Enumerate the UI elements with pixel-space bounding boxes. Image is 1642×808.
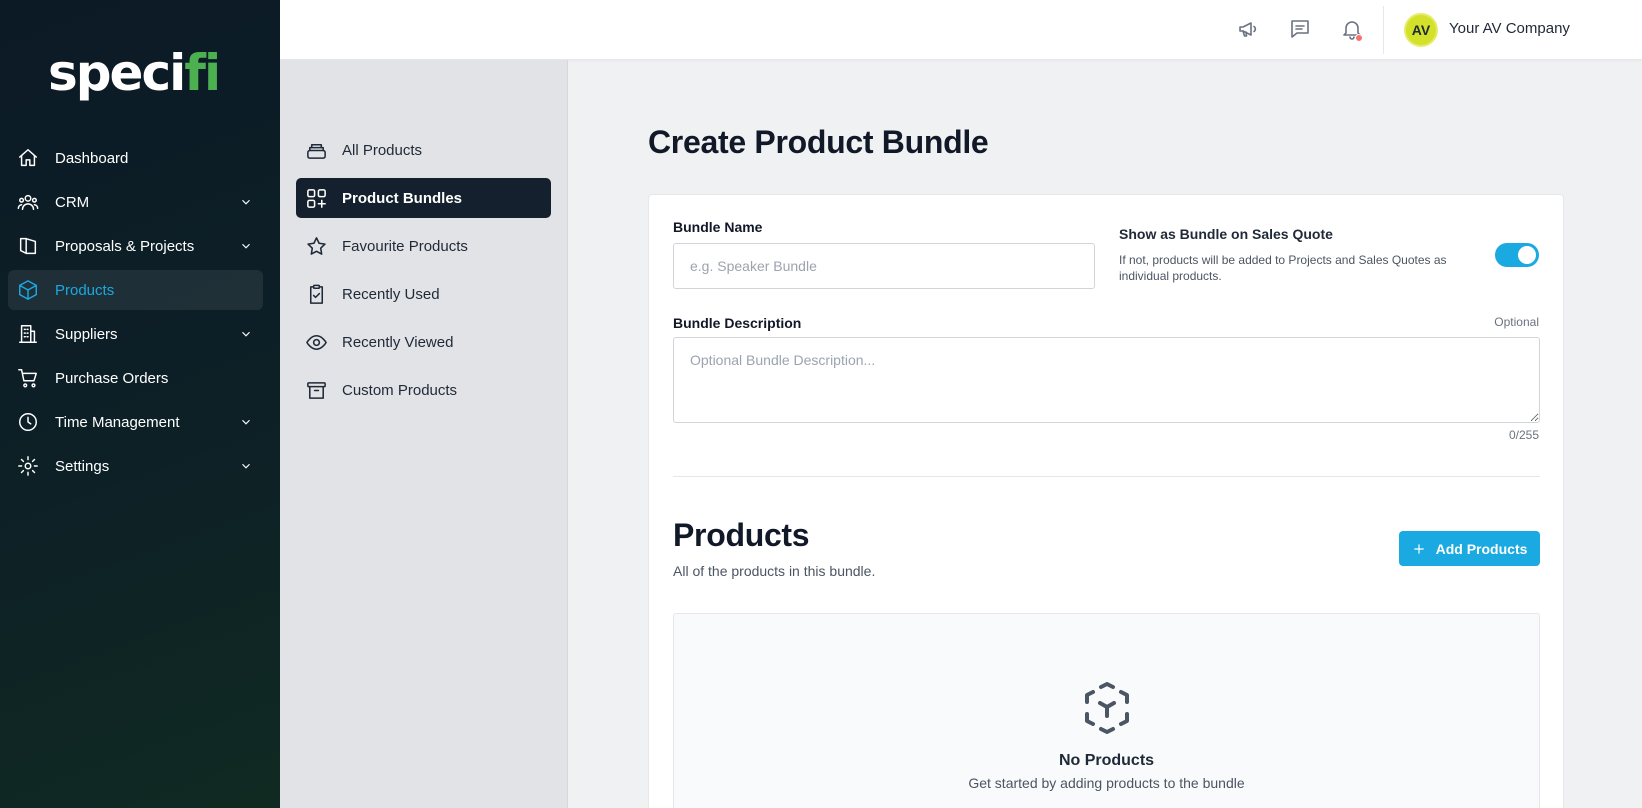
subnav-item-label: Recently Used bbox=[342, 285, 440, 303]
sidebar-item-label: CRM bbox=[55, 193, 90, 211]
plus-icon bbox=[1412, 542, 1426, 556]
bundle-description-input[interactable] bbox=[673, 337, 1540, 423]
subnav-item-recently-used[interactable]: Recently Used bbox=[296, 274, 551, 314]
sidebar-item-proposals-projects[interactable]: Proposals & Projects bbox=[8, 226, 263, 266]
empty-products-state: No Products Get started by adding produc… bbox=[673, 613, 1540, 808]
gear-icon bbox=[17, 455, 39, 477]
star-icon bbox=[304, 234, 328, 258]
chevron-down-icon[interactable] bbox=[239, 415, 253, 429]
bell-icon[interactable] bbox=[1340, 17, 1364, 42]
logo-text: specifi bbox=[48, 44, 221, 102]
sidebar-item-label: Settings bbox=[55, 457, 110, 475]
subnav-item-label: Favourite Products bbox=[342, 237, 468, 255]
avatar[interactable]: AV bbox=[1404, 13, 1438, 47]
chevron-down-icon[interactable] bbox=[239, 327, 253, 341]
bundle-name-input[interactable] bbox=[673, 243, 1095, 289]
bundle-description-label: Bundle Description bbox=[673, 315, 802, 331]
clock-icon bbox=[17, 411, 39, 433]
sidebar-item-label: Products bbox=[55, 281, 115, 299]
topbar-divider bbox=[1383, 6, 1384, 54]
cube-transparent-icon bbox=[1081, 682, 1133, 734]
squares-plus-icon bbox=[304, 186, 328, 210]
archive-box-icon bbox=[304, 378, 328, 402]
subnav-item-label: All Products bbox=[342, 141, 423, 159]
empty-state-title: No Products bbox=[1058, 752, 1155, 769]
subnav-list: All Products Product Bundles Favourite P… bbox=[296, 130, 551, 418]
users-icon bbox=[17, 191, 39, 213]
clipboard-check-icon bbox=[304, 282, 328, 306]
company-name[interactable]: Your AV Company bbox=[1449, 20, 1570, 37]
book-icon bbox=[17, 235, 39, 257]
character-counter: 0/255 bbox=[1508, 428, 1539, 442]
products-section-subtitle: All of the products in this bundle. bbox=[673, 563, 876, 579]
main-sidebar: specifi Dashboard CRM Proposals & Projec… bbox=[0, 0, 280, 808]
subnav-item-label: Product Bundles bbox=[342, 189, 463, 207]
cube-icon bbox=[17, 279, 39, 301]
page-title: Create Product Bundle bbox=[648, 124, 989, 160]
subnav-item-recently-viewed[interactable]: Recently Viewed bbox=[296, 322, 551, 362]
sidebar-item-label: Purchase Orders bbox=[55, 369, 169, 387]
home-icon bbox=[17, 147, 39, 169]
building-icon bbox=[17, 323, 39, 345]
megaphone-icon[interactable] bbox=[1236, 17, 1260, 41]
show-bundle-label: Show as Bundle on Sales Quote bbox=[1119, 226, 1333, 242]
subnav-item-product-bundles[interactable]: Product Bundles bbox=[296, 178, 551, 218]
stack-icon bbox=[304, 138, 328, 162]
products-subnav: All Products Product Bundles Favourite P… bbox=[280, 60, 568, 808]
eye-icon bbox=[304, 330, 328, 354]
top-bar: AV Your AV Company bbox=[280, 0, 1642, 60]
sidebar-item-dashboard[interactable]: Dashboard bbox=[8, 138, 263, 178]
sidebar-item-label: Proposals & Projects bbox=[55, 237, 195, 255]
sidebar-item-crm[interactable]: CRM bbox=[8, 182, 263, 222]
sidebar-item-label: Dashboard bbox=[55, 149, 129, 167]
subnav-item-favourite-products[interactable]: Favourite Products bbox=[296, 226, 551, 266]
notification-dot bbox=[1355, 34, 1363, 42]
subnav-item-all-products[interactable]: All Products bbox=[296, 130, 551, 170]
sidebar-item-products[interactable]: Products bbox=[8, 270, 263, 310]
optional-hint: Optional bbox=[1494, 315, 1539, 329]
chevron-down-icon[interactable] bbox=[239, 195, 253, 209]
empty-state-subtitle: Get started by adding products to the bu… bbox=[968, 775, 1245, 791]
bundle-name-label: Bundle Name bbox=[673, 219, 763, 235]
chat-icon[interactable] bbox=[1288, 17, 1312, 41]
subnav-item-custom-products[interactable]: Custom Products bbox=[296, 370, 551, 410]
sidebar-item-purchase-orders[interactable]: Purchase Orders bbox=[8, 358, 263, 398]
products-section-title: Products bbox=[673, 517, 810, 553]
toggle-knob bbox=[1518, 246, 1536, 264]
sidebar-item-suppliers[interactable]: Suppliers bbox=[8, 314, 263, 354]
show-bundle-description: If not, products will be added to Projec… bbox=[1119, 253, 1447, 283]
sidebar-item-label: Suppliers bbox=[55, 325, 118, 343]
sidebar-item-time-management[interactable]: Time Management bbox=[8, 402, 263, 442]
show-bundle-toggle[interactable] bbox=[1495, 243, 1539, 267]
chevron-down-icon[interactable] bbox=[239, 459, 253, 473]
subnav-item-label: Custom Products bbox=[342, 381, 458, 399]
subnav-item-label: Recently Viewed bbox=[342, 333, 454, 351]
bundle-form-card: Bundle Name Show as Bundle on Sales Quot… bbox=[648, 194, 1564, 808]
add-products-button[interactable]: Add Products bbox=[1399, 531, 1540, 566]
sidebar-item-label: Time Management bbox=[55, 413, 180, 431]
app-logo[interactable]: specifi bbox=[48, 34, 221, 102]
sidebar-item-settings[interactable]: Settings bbox=[8, 446, 263, 486]
add-products-label: Add Products bbox=[1435, 540, 1528, 557]
cart-icon bbox=[17, 367, 39, 389]
chevron-down-icon[interactable] bbox=[239, 239, 253, 253]
main-nav: Dashboard CRM Proposals & Projects Produ… bbox=[8, 138, 263, 490]
section-divider bbox=[673, 476, 1540, 477]
